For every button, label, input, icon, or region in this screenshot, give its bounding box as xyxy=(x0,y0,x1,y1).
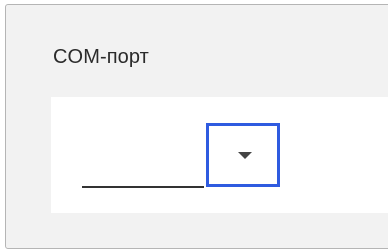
select-underline xyxy=(82,186,204,188)
dropdown-button[interactable] xyxy=(206,123,280,187)
panel-title: COM-порт xyxy=(53,46,149,68)
caret-down-icon xyxy=(238,152,252,159)
selected-value[interactable] xyxy=(82,123,202,187)
com-port-select[interactable] xyxy=(82,123,280,188)
